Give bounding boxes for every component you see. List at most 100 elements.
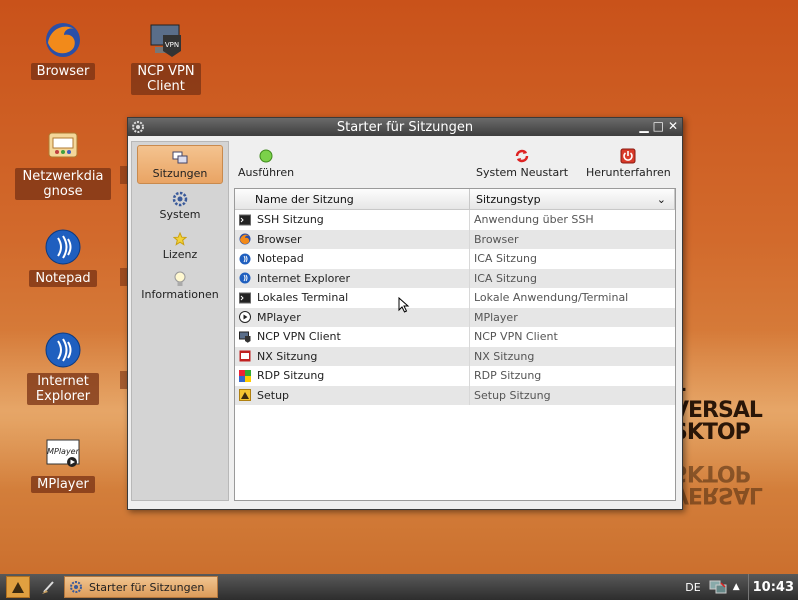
desktop-icon-notepad[interactable]: Notepad	[23, 227, 103, 287]
chevron-down-icon: ⌄	[656, 192, 666, 206]
sidebar-item-system[interactable]: System	[137, 187, 223, 224]
svg-text:MPlayer: MPlayer	[47, 447, 80, 456]
bulb-icon	[171, 270, 189, 288]
system-restart-button[interactable]: System Neustart	[476, 148, 568, 179]
table-row[interactable]: MPlayer MPlayer	[235, 307, 675, 327]
wallpaper-brand-line-3: SKTOP	[672, 420, 751, 445]
restart-label: System Neustart	[476, 166, 569, 179]
table-row[interactable]: Browser Browser	[235, 229, 675, 249]
table-row[interactable]: Notepad ICA Sitzung	[235, 249, 675, 269]
sidebar-item-label: System	[159, 208, 201, 221]
power-icon	[620, 148, 636, 164]
broom-icon	[42, 581, 54, 594]
setup-icon	[239, 389, 251, 402]
mplayer-icon: MPlayer	[43, 433, 83, 473]
network-icon[interactable]	[709, 579, 727, 595]
citrix-icon	[239, 272, 251, 284]
session-type-cell: RDP Sitzung	[469, 366, 675, 386]
gear-icon	[171, 190, 189, 208]
taskbar: Starter für Sitzungen DE ▲ 10:43	[0, 574, 798, 600]
table-row[interactable]: Internet Explorer ICA Sitzung	[235, 268, 675, 288]
session-name-cell: NX Sitzung	[235, 350, 469, 363]
session-name: Internet Explorer	[257, 271, 350, 285]
quicklaunch-tools-button[interactable]	[40, 578, 58, 596]
session-type-cell: Lokale Anwendung/Terminal	[469, 288, 675, 308]
session-name: Setup	[257, 388, 290, 402]
desktop-icon-label: Browser	[30, 63, 96, 80]
mouse-cursor-icon	[398, 297, 410, 313]
session-type-cell: Setup Sitzung	[469, 385, 675, 405]
column-header-name[interactable]: Name der Sitzung	[235, 189, 470, 209]
desktop-icon-label: Notepad	[29, 270, 97, 287]
keyboard-layout-indicator[interactable]: DE	[685, 581, 700, 594]
sidebar-item-label: Informationen	[141, 288, 219, 301]
session-name: NX Sitzung	[257, 349, 318, 363]
table-row[interactable]: Setup Setup Sitzung	[235, 385, 675, 405]
window-titlebar[interactable]: Starter für Sitzungen ▁ □ ✕	[128, 118, 682, 136]
desktop-icon-browser[interactable]: Browser	[23, 20, 103, 80]
run-icon	[258, 148, 274, 164]
desktop-icon-label: Netzwerkdiagnose	[15, 168, 111, 200]
close-button[interactable]: ✕	[668, 119, 678, 133]
sidebar-item-lizenz[interactable]: Lizenz	[137, 227, 223, 264]
table-row[interactable]: NX Sitzung NX Sitzung	[235, 346, 675, 366]
gear-icon	[70, 581, 82, 593]
svg-text:VPN: VPN	[165, 41, 179, 49]
session-type-cell: MPlayer	[469, 307, 675, 327]
desktop-icon-mplayer[interactable]: MPlayer MPlayer	[23, 433, 103, 493]
desktop-icon-label: Internet Explorer	[27, 373, 99, 405]
session-launcher-window: Starter für Sitzungen ▁ □ ✕ Sitzungen Sy…	[127, 117, 683, 510]
shutdown-label: Herunterfahren	[586, 166, 671, 179]
table-row[interactable]: RDP Sitzung RDP Sitzung	[235, 366, 675, 386]
sessions-icon	[171, 149, 189, 167]
vpn-icon	[239, 331, 251, 343]
sidebar-item-sitzungen[interactable]: Sitzungen	[137, 145, 223, 184]
star-icon	[171, 230, 189, 248]
session-name-cell: Lokales Terminal	[235, 291, 469, 304]
taskbar-item-session-launcher[interactable]: Starter für Sitzungen	[64, 576, 218, 598]
desktop-icon-netzwerkdiagnose[interactable]: Netzwerkdiagnose	[13, 125, 113, 200]
session-name: Lokales Terminal	[257, 291, 349, 305]
sidebar-item-label: Lizenz	[162, 248, 198, 261]
table-row[interactable]: SSH Sitzung Anwendung über SSH	[235, 210, 675, 230]
clock[interactable]: 10:43	[747, 574, 798, 600]
session-name-cell: MPlayer	[235, 311, 469, 324]
sidebar-item-informationen[interactable]: Informationen	[137, 267, 223, 304]
session-name: Notepad	[257, 252, 304, 266]
minimize-button[interactable]: ▁	[639, 119, 648, 133]
session-type-cell: NCP VPN Client	[469, 327, 675, 347]
session-type-cell: NX Sitzung	[469, 346, 675, 366]
table-header: Name der Sitzung Sitzungstyp ⌄	[235, 189, 675, 210]
shutdown-button[interactable]: Herunterfahren	[586, 148, 671, 179]
column-header-type[interactable]: Sitzungstyp ⌄	[470, 189, 675, 209]
wallpaper-brand-reflection-2: VERSAL	[672, 482, 762, 507]
toolbar: Ausführen System Neustart Herunterfahren	[232, 140, 676, 184]
play-icon	[239, 311, 251, 324]
session-name-cell: Browser	[235, 233, 469, 246]
network-diagnosis-icon	[43, 125, 83, 165]
session-name: SSH Sitzung	[257, 213, 324, 227]
session-name-cell: Notepad	[235, 252, 469, 265]
tray-expand-icon[interactable]: ▲	[733, 582, 740, 592]
table-row[interactable]: Lokales Terminal Lokale Anwendung/Termina…	[235, 288, 675, 308]
maximize-button[interactable]: □	[653, 119, 664, 133]
nx-icon	[239, 350, 251, 362]
desktop-icon-ncp-vpn[interactable]: VPN NCP VPN Client	[126, 20, 206, 95]
desktop-icon-internet-explorer[interactable]: Internet Explorer	[23, 330, 103, 405]
session-name-cell: Internet Explorer	[235, 272, 469, 285]
run-label: Ausführen	[238, 166, 295, 179]
start-menu-button[interactable]	[6, 576, 30, 598]
session-name: MPlayer	[257, 310, 301, 324]
run-button[interactable]: Ausführen	[238, 148, 294, 179]
table-row[interactable]: NCP VPN Client NCP VPN Client	[235, 327, 675, 347]
terminal-icon	[239, 214, 251, 226]
table-body: SSH Sitzung Anwendung über SSH Browser Brow…	[235, 210, 675, 405]
sidebar: Sitzungen System Lizenz Informationen	[131, 141, 229, 501]
session-type-cell: Anwendung über SSH	[469, 210, 675, 230]
firefox-icon	[43, 20, 83, 60]
start-menu-icon	[12, 582, 24, 593]
session-name-cell: NCP VPN Client	[235, 330, 469, 343]
session-name-cell: RDP Sitzung	[235, 369, 469, 382]
session-name: NCP VPN Client	[257, 330, 341, 344]
session-type-cell: ICA Sitzung	[469, 268, 675, 288]
